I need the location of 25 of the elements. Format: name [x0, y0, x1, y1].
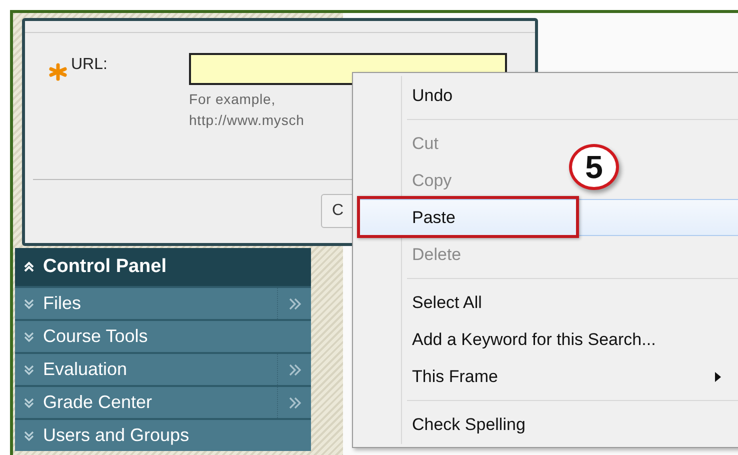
double-chevron-icon [288, 364, 302, 376]
menu-item[interactable]: Undo [357, 77, 458, 114]
menu-item[interactable]: Add a Keyword for this Search... [357, 321, 661, 358]
control-panel-item[interactable]: Users and Groups [15, 418, 311, 451]
collapse-icon [23, 261, 35, 273]
expand-icon [23, 298, 35, 310]
menu-item[interactable]: This Frame [357, 358, 738, 395]
control-panel-item[interactable]: Evaluation [15, 352, 311, 385]
control-panel-item[interactable]: Files [15, 286, 311, 319]
control-panel-item[interactable]: Grade Center [15, 385, 311, 418]
control-panel-item[interactable]: Course Tools [15, 319, 311, 352]
control-panel-header[interactable]: Control Panel [15, 248, 311, 286]
double-chevron-icon [288, 298, 302, 310]
menu-item[interactable]: Select All [357, 284, 487, 321]
hint-text: http://www.mysch [189, 111, 304, 130]
expand-icon [23, 330, 35, 342]
expand-icon [23, 430, 35, 442]
submenu-arrow-icon [714, 370, 722, 382]
hint-text: For example, [189, 90, 276, 109]
field-label: URL: [71, 55, 108, 75]
double-chevron-icon [288, 396, 302, 408]
expand-icon [23, 364, 35, 376]
expand-icon [23, 396, 35, 408]
control-panel-title: Control Panel [43, 254, 167, 279]
menu-item[interactable]: Check Spelling [357, 406, 530, 443]
